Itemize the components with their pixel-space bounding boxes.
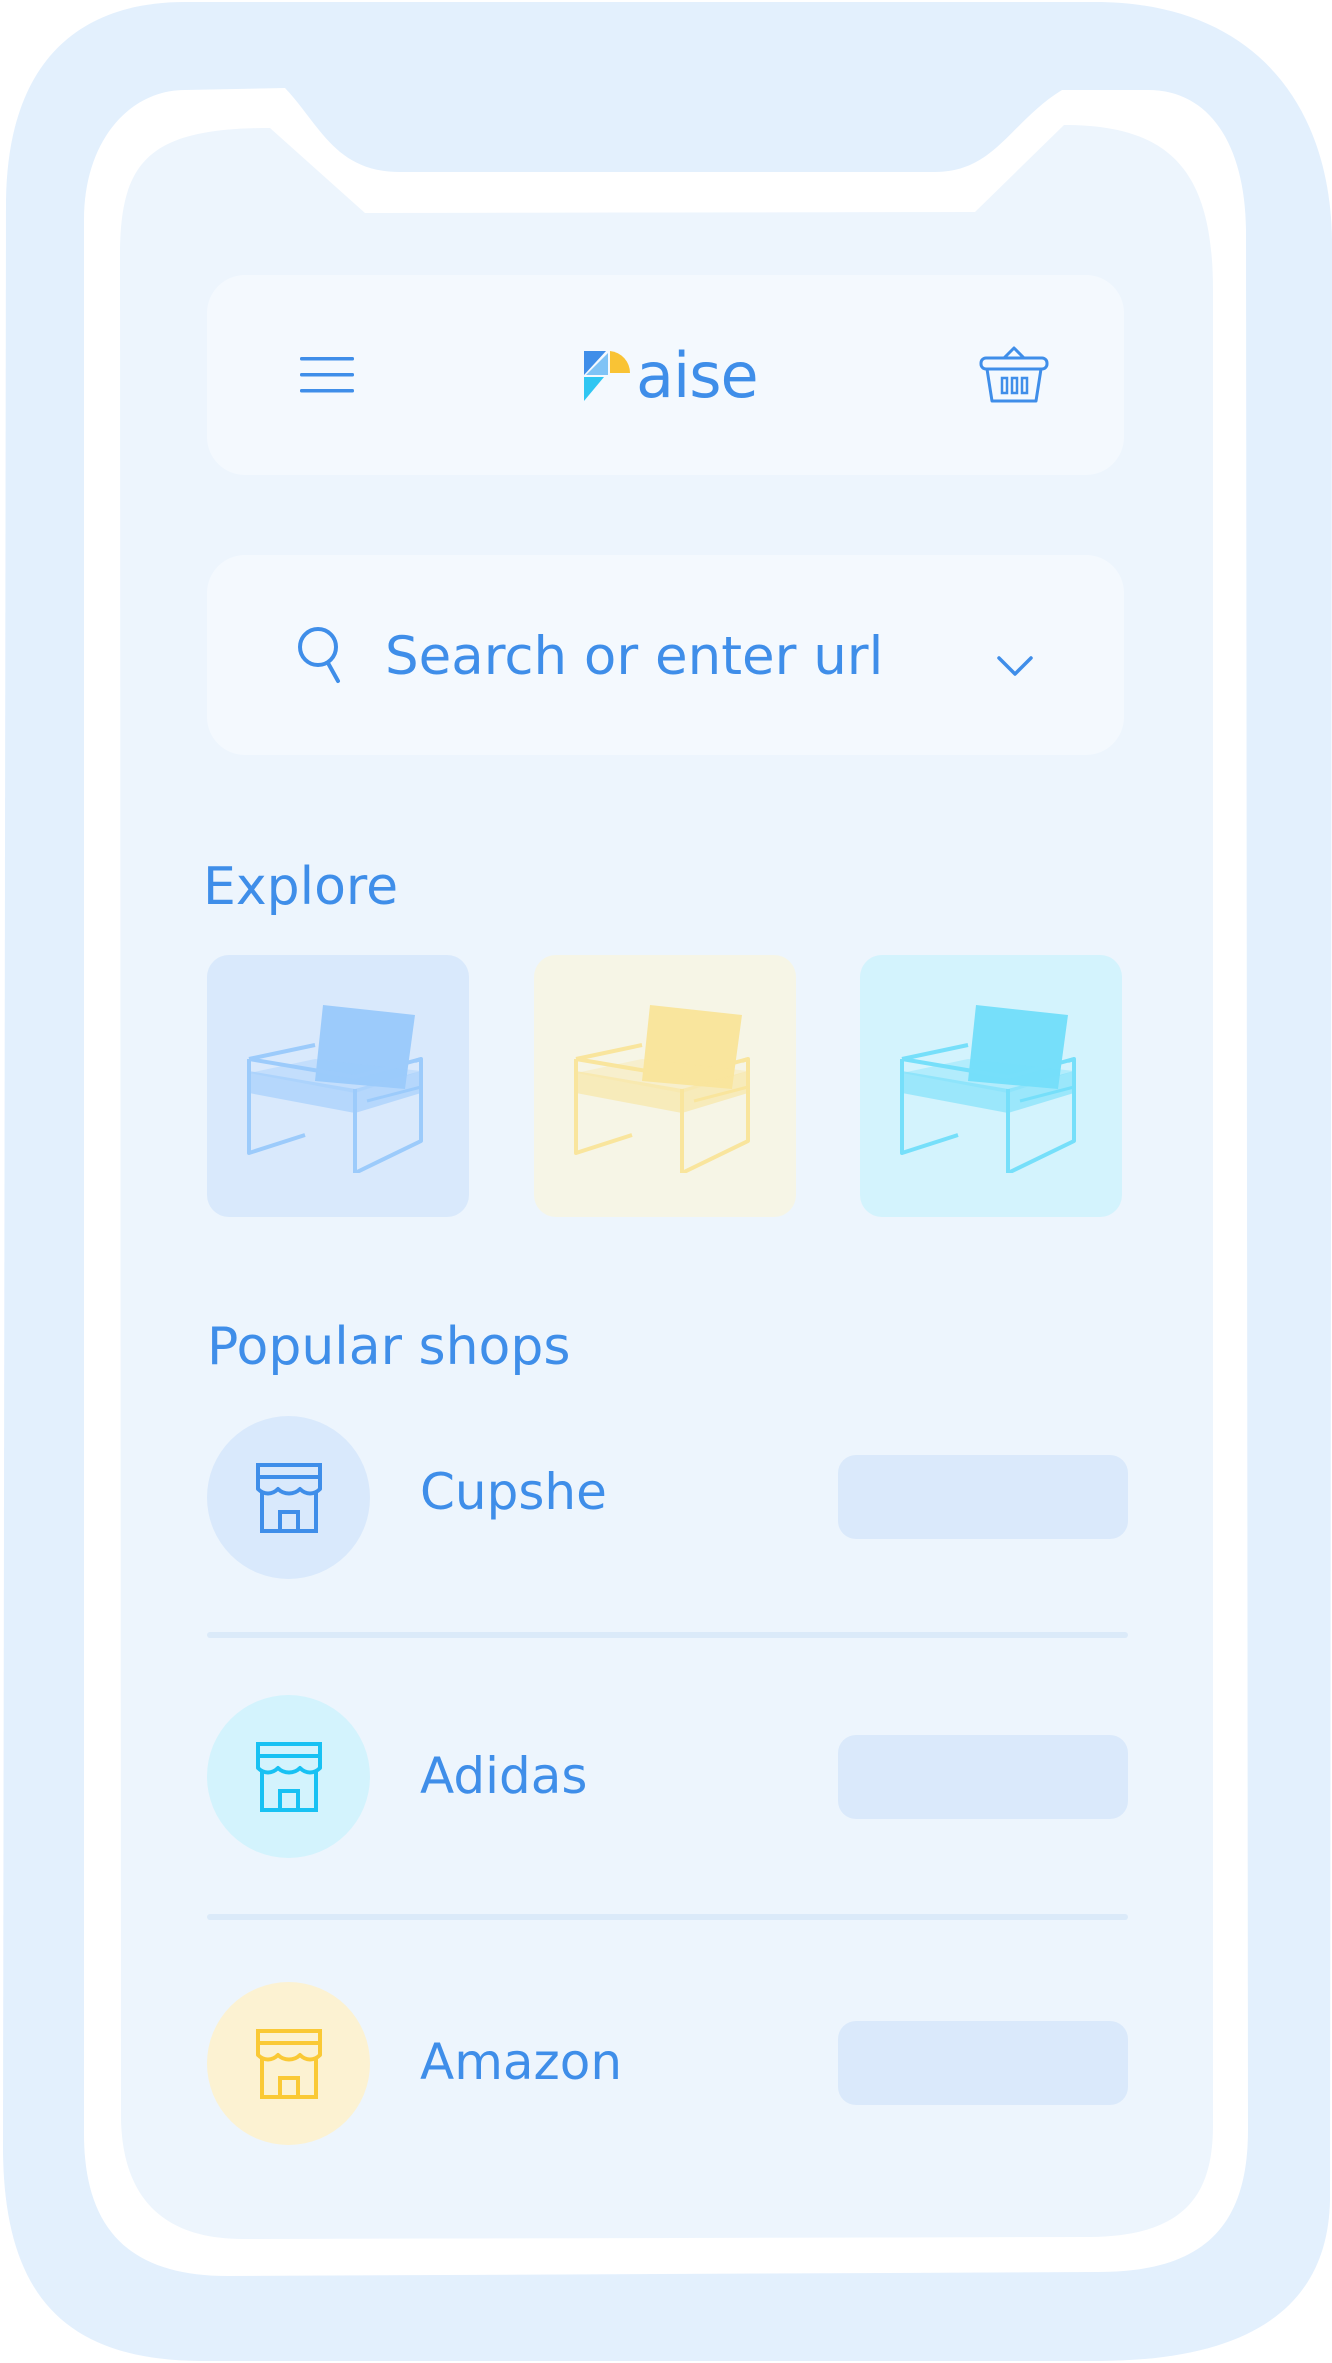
popular-shops-title: Popular shops (207, 1317, 571, 1377)
search-icon (298, 627, 340, 683)
shop-avatar[interactable] (207, 1416, 370, 1579)
armchair-icon (900, 1005, 1076, 1173)
search-input[interactable]: Search or enter url (385, 622, 883, 692)
armchair-icon (247, 1005, 423, 1173)
shop-action-placeholder[interactable] (838, 2021, 1128, 2105)
explore-item[interactable] (860, 955, 1122, 1217)
shopping-basket-icon[interactable] (978, 342, 1050, 406)
logo-text: aise (636, 339, 759, 412)
storefront-icon (256, 2029, 322, 2099)
shop-action-placeholder[interactable] (838, 1455, 1128, 1539)
chevron-down-icon[interactable] (996, 654, 1034, 678)
shop-name[interactable]: Adidas (420, 1744, 587, 1808)
shop-name[interactable]: Amazon (420, 2030, 622, 2094)
storefront-icon (256, 1463, 322, 1533)
explore-item[interactable] (534, 955, 796, 1217)
shop-avatar[interactable] (207, 1695, 370, 1858)
shop-divider (207, 1914, 1128, 1920)
logo-mark-icon (584, 351, 631, 401)
storefront-icon (256, 1742, 322, 1812)
explore-item[interactable] (207, 955, 469, 1217)
hamburger-menu-icon[interactable] (300, 357, 354, 393)
armchair-icon (574, 1005, 750, 1173)
explore-title: Explore (203, 857, 399, 917)
shop-action-placeholder[interactable] (838, 1735, 1128, 1819)
app-logo[interactable]: aise (582, 339, 759, 412)
shop-avatar[interactable] (207, 1982, 370, 2145)
shop-divider (207, 1632, 1128, 1638)
shop-name[interactable]: Cupshe (420, 1460, 607, 1524)
